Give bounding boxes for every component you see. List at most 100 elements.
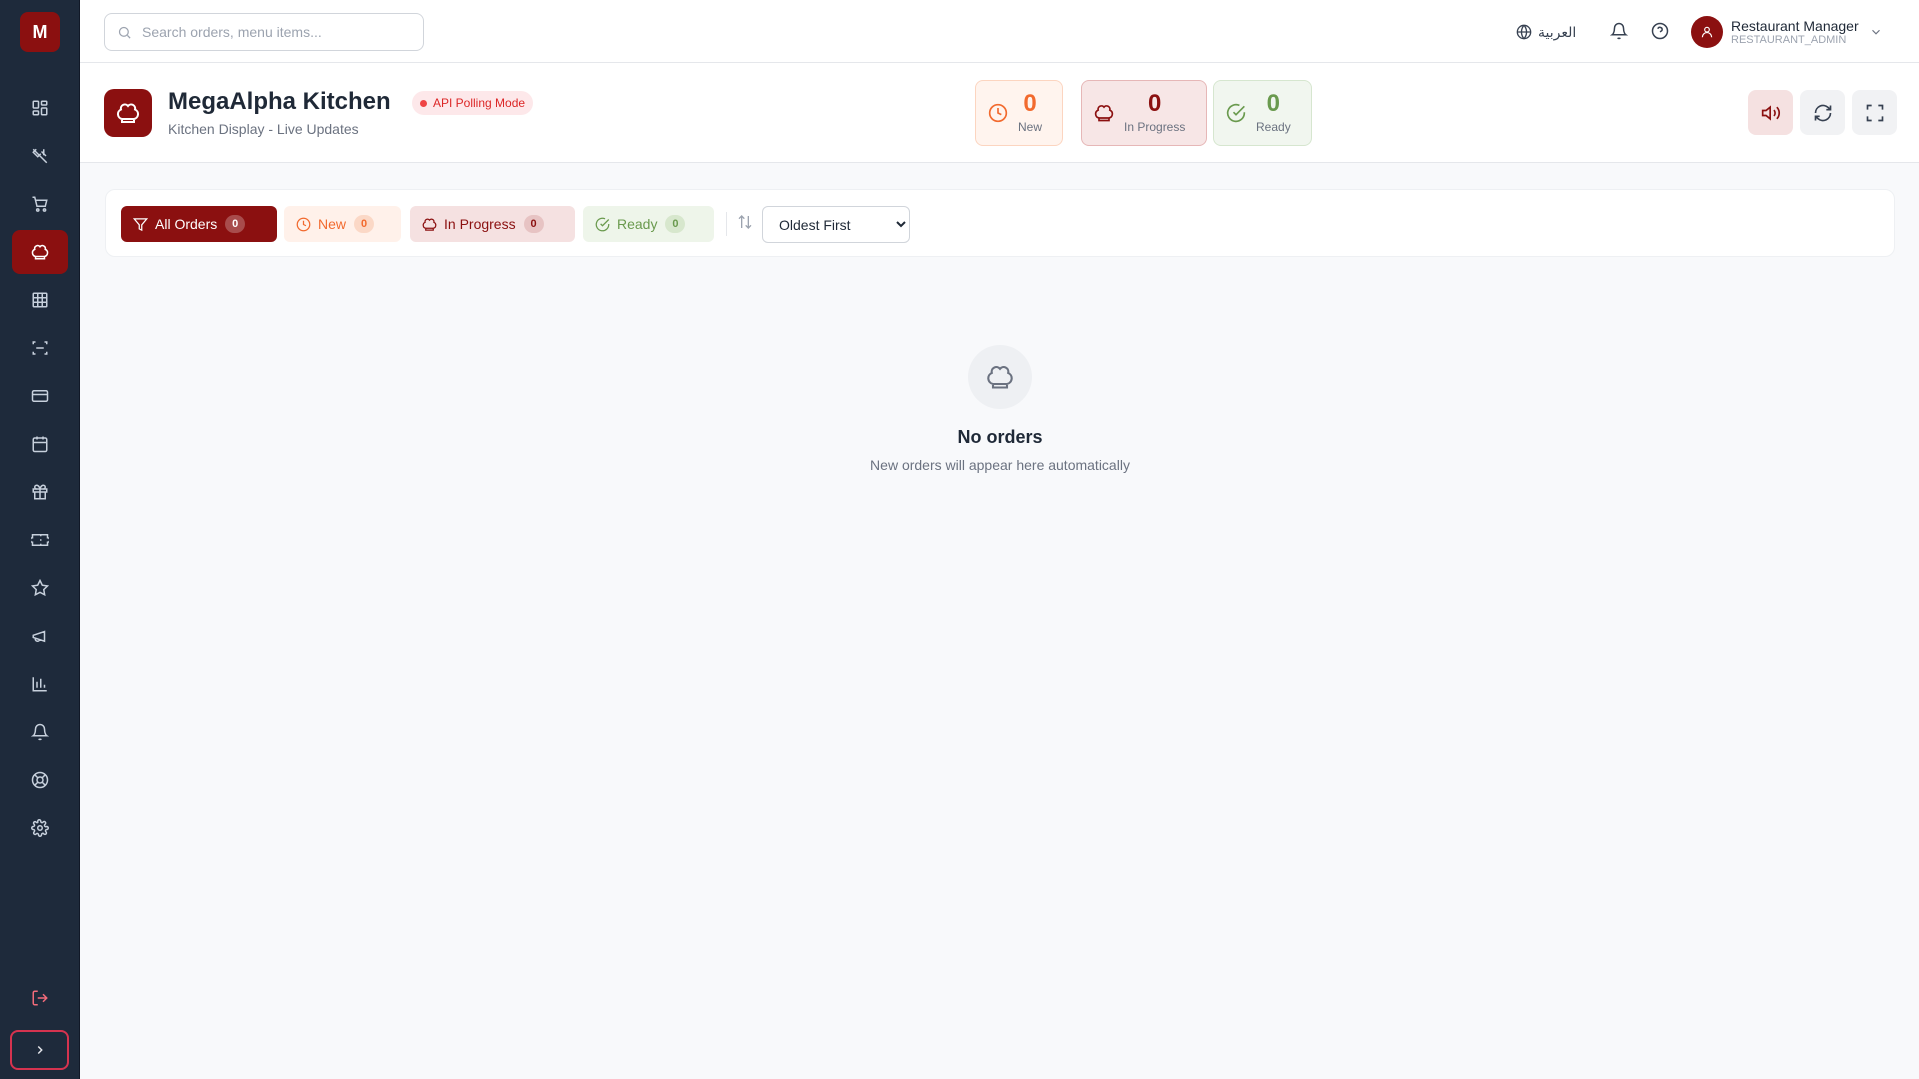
sidebar-item-kitchen[interactable]	[12, 230, 68, 274]
empty-state-subtitle: New orders will appear here automaticall…	[870, 457, 1130, 473]
credit-card-icon	[31, 387, 49, 405]
filter-all-orders[interactable]: All Orders 0	[121, 206, 277, 242]
dashboard-icon	[31, 99, 49, 117]
table-grid-icon	[31, 291, 49, 309]
clock-icon	[296, 217, 311, 232]
sidebar-item-payments[interactable]	[12, 374, 68, 418]
bell-icon	[1610, 22, 1628, 40]
sidebar-item-coupons[interactable]	[12, 518, 68, 562]
sidebar-item-orders[interactable]	[12, 182, 68, 226]
notifications-button[interactable]	[1607, 19, 1631, 43]
fullscreen-icon	[1865, 103, 1885, 123]
filter-ready[interactable]: Ready 0	[583, 206, 714, 242]
filter-in-progress[interactable]: In Progress 0	[410, 206, 575, 242]
scan-icon	[31, 339, 49, 357]
user-icon	[1700, 25, 1714, 39]
divider	[726, 212, 727, 236]
sound-toggle-button[interactable]	[1748, 90, 1793, 135]
app-logo[interactable]: M	[20, 12, 60, 52]
filter-icon	[133, 217, 148, 232]
sidebar-item-loyalty[interactable]	[12, 470, 68, 514]
search-icon	[117, 25, 132, 40]
search-box[interactable]	[104, 13, 424, 51]
user-role: RESTAURANT_ADMIN	[1731, 33, 1847, 46]
fullscreen-button[interactable]	[1852, 90, 1897, 135]
sort-icon	[737, 214, 753, 230]
page-title: MegaAlpha Kitchen	[168, 88, 391, 115]
sidebar-item-marketing[interactable]	[12, 614, 68, 658]
gear-icon	[31, 819, 49, 837]
sort-select[interactable]: Oldest First	[762, 206, 910, 243]
sidebar-item-reviews[interactable]	[12, 566, 68, 610]
sidebar-item-reports[interactable]	[12, 662, 68, 706]
topbar: العربية Restaurant Manager RESTAURANT_AD…	[80, 0, 1919, 63]
volume-icon	[1761, 103, 1781, 123]
bar-chart-icon	[31, 675, 49, 693]
sidebar-item-support[interactable]	[12, 758, 68, 802]
globe-icon	[1516, 24, 1532, 40]
chef-hat-icon	[986, 363, 1014, 391]
filter-bar: All Orders 0 New 0 In Progress 0 Ready 0…	[105, 189, 1895, 257]
filter-all-count: 0	[225, 215, 246, 233]
page-subtitle: Kitchen Display - Live Updates	[168, 121, 359, 137]
chef-hat-icon	[1094, 103, 1114, 123]
chef-hat-icon	[422, 217, 437, 232]
filter-in-progress-label: In Progress	[444, 216, 516, 232]
stat-ready-count: 0	[1266, 90, 1281, 117]
sidebar-item-scan[interactable]	[12, 326, 68, 370]
sidebar: M	[0, 0, 80, 1079]
user-name: Restaurant Manager	[1731, 17, 1859, 34]
chef-hat-icon	[116, 101, 140, 125]
filter-new[interactable]: New 0	[284, 206, 401, 242]
stat-ready: 0 Ready	[1213, 80, 1312, 146]
check-circle-icon	[595, 217, 610, 232]
refresh-button[interactable]	[1800, 90, 1845, 135]
help-button[interactable]	[1648, 19, 1672, 43]
chef-hat-icon	[31, 243, 49, 261]
stat-new-label: New	[1018, 120, 1043, 134]
language-switcher[interactable]: العربية	[1516, 20, 1576, 44]
stat-new-count: 0	[1023, 90, 1037, 117]
sidebar-item-settings[interactable]	[12, 806, 68, 850]
empty-state-title: No orders	[957, 427, 1043, 447]
user-info: Restaurant Manager RESTAURANT_ADMIN	[1731, 18, 1859, 47]
bell-icon	[31, 723, 49, 741]
help-circle-icon	[1651, 22, 1669, 40]
sidebar-item-notifications[interactable]	[12, 710, 68, 754]
language-label: العربية	[1538, 23, 1577, 40]
status-badge: API Polling Mode	[412, 91, 534, 115]
stat-in-progress: 0 In Progress	[1081, 80, 1207, 146]
status-dot	[420, 99, 427, 107]
user-menu[interactable]: Restaurant Manager RESTAURANT_ADMIN	[1691, 14, 1883, 50]
sidebar-item-menu[interactable]	[12, 134, 68, 178]
filter-new-count: 0	[354, 215, 375, 233]
sidebar-item-tables[interactable]	[12, 278, 68, 322]
cart-icon	[31, 195, 49, 213]
megaphone-icon	[31, 627, 49, 645]
expand-sidebar-button[interactable]	[10, 1030, 69, 1070]
star-icon	[31, 579, 49, 597]
logo-letter: M	[32, 21, 48, 42]
sidebar-item-dashboard[interactable]	[12, 86, 68, 130]
kitchen-header: MegaAlpha Kitchen API Polling Mode Kitch…	[80, 63, 1919, 163]
filter-all-label: All Orders	[155, 216, 218, 232]
chevron-down-icon	[1869, 25, 1883, 39]
filter-ready-count: 0	[665, 215, 686, 233]
utensils-icon	[31, 147, 49, 165]
empty-state-icon-wrap	[968, 345, 1032, 409]
filter-ready-label: Ready	[617, 216, 658, 232]
refresh-icon	[1813, 103, 1833, 123]
stat-in-progress-count: 0	[1148, 90, 1162, 117]
avatar	[1691, 16, 1723, 48]
filter-in-progress-count: 0	[523, 215, 544, 233]
logout-button[interactable]	[12, 976, 68, 1020]
search-input[interactable]	[142, 24, 412, 40]
ticket-icon	[31, 531, 49, 549]
gift-icon	[31, 483, 49, 501]
clock-icon	[988, 103, 1008, 123]
stat-new: 0 New	[975, 80, 1063, 146]
check-circle-icon	[1226, 103, 1246, 123]
lifebuoy-icon	[31, 771, 49, 789]
logout-icon	[31, 989, 49, 1007]
filter-new-label: New	[318, 216, 347, 232]
